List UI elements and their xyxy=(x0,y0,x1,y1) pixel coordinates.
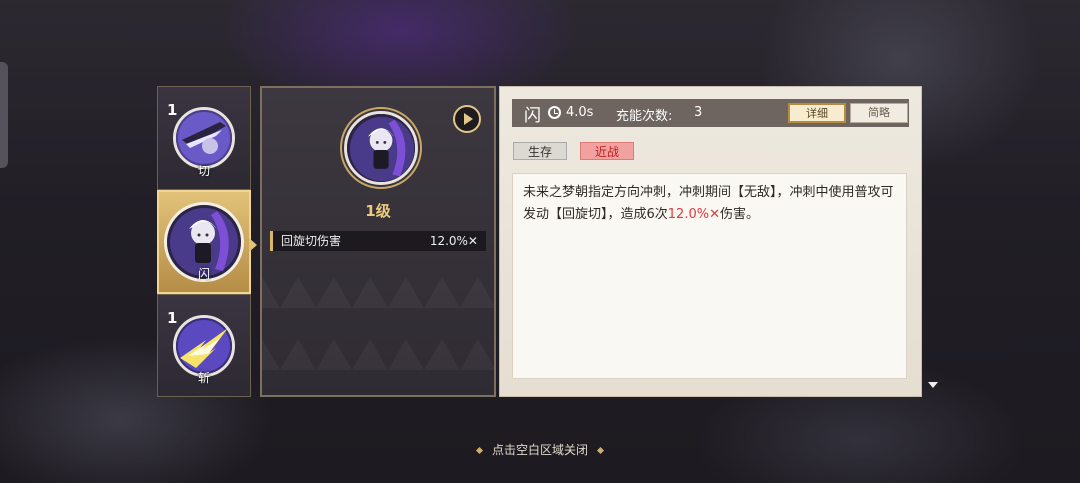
description-text-end: 伤害。 xyxy=(719,207,759,222)
skill-icon-frame xyxy=(340,107,422,189)
selection-arrow-icon xyxy=(249,238,257,252)
skill-slot-flash-selected[interactable]: 闪 xyxy=(157,190,257,294)
skill-header: 闪 4.0s 充能次数: 3 详细 简略 xyxy=(512,99,909,127)
character-dash-icon xyxy=(344,111,418,185)
stat-row: 回旋切伤害 12.0%✕ xyxy=(270,231,486,251)
scroll-indicator-icon xyxy=(928,382,938,388)
skill-name-label: 闪 xyxy=(197,267,211,281)
charge-label: 充能次数: xyxy=(616,109,673,124)
skill-name-label: 切 xyxy=(197,164,211,178)
skill-slot-cut[interactable]: 1 切 xyxy=(157,86,251,190)
diamond-icon xyxy=(475,446,484,455)
skill-level-panel: 1级 回旋切伤害 12.0%✕ xyxy=(260,86,496,397)
side-tab[interactable] xyxy=(0,62,8,168)
skill-name-label: 斩 xyxy=(197,371,211,385)
play-preview-button[interactable] xyxy=(453,105,481,133)
close-hint-text: 点击空白区域关闭 xyxy=(491,443,588,457)
skill-level: 1 xyxy=(167,101,178,119)
skill-title: 闪 xyxy=(524,106,541,126)
skill-description: 未来之梦朝指定方向冲刺，冲刺期间【无敌】，冲刺中使用普攻可发动【回旋切】，造成6… xyxy=(512,173,907,379)
detail-toggle-button[interactable]: 详细 xyxy=(788,103,846,123)
diamond-icon xyxy=(596,446,605,455)
sword-slash-icon xyxy=(173,107,235,169)
lightning-burst-icon xyxy=(173,314,235,377)
stat-value: 12.0%✕ xyxy=(429,234,478,248)
skill-slot-slash[interactable]: 1 斩 xyxy=(157,294,251,397)
cooldown-value: 4.0s xyxy=(566,105,594,120)
stat-name: 回旋切伤害 xyxy=(281,234,342,248)
triangle-pattern xyxy=(262,246,494,395)
skill-level: 1 xyxy=(167,309,178,327)
skill-level-text: 1级 xyxy=(365,202,391,220)
charge-value: 3 xyxy=(694,105,703,120)
skill-list: 1 切 闪 1 斩 xyxy=(157,86,257,397)
close-hint: 点击空白区域关闭 xyxy=(0,441,1080,458)
skill-info-panel: 闪 4.0s 充能次数: 3 详细 简略 生存 近战 未来之梦朝指定方向冲刺，冲… xyxy=(499,86,922,397)
tag-survival: 生存 xyxy=(513,142,567,160)
tag-melee: 近战 xyxy=(580,142,634,160)
clock-icon xyxy=(548,106,561,119)
brief-toggle-button[interactable]: 简略 xyxy=(850,103,908,123)
damage-highlight: 12.0%✕ xyxy=(667,207,720,222)
